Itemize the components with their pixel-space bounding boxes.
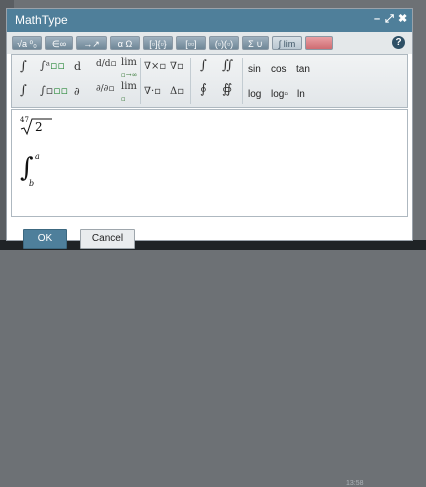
- integral-upper-lower-button[interactable]: ∫ᵃ▫▫: [40, 60, 65, 72]
- sin-button[interactable]: sin: [248, 64, 261, 75]
- integral-upper-limit: a: [35, 152, 40, 161]
- nth-root-expression: 47 2: [20, 116, 60, 136]
- partial-button[interactable]: ∂: [74, 86, 80, 98]
- separator: [242, 58, 243, 104]
- gradient-button[interactable]: ∇▫: [170, 61, 184, 73]
- tab-matrices[interactable]: [▫]{▫}: [143, 36, 173, 50]
- definite-integral-expression: ∫ a b: [20, 152, 56, 190]
- limit-button[interactable]: lim ▫: [121, 81, 137, 105]
- differential-button[interactable]: d: [74, 61, 81, 73]
- limit-infinity-button[interactable]: lim ▫→∞: [121, 57, 137, 81]
- separator: [190, 58, 191, 104]
- integral-lower-limit: b: [29, 179, 35, 188]
- contour-integral-button[interactable]: ∮: [200, 83, 207, 96]
- cos-button[interactable]: cos: [271, 64, 287, 75]
- derivative-fraction-button[interactable]: d/d▫: [96, 58, 117, 70]
- taskbar-clock: 13:58: [346, 480, 364, 487]
- surface-integral-button[interactable]: ∯: [222, 83, 232, 96]
- minimize-button[interactable]: –: [374, 12, 380, 26]
- tab-calculus[interactable]: ∫ lim: [272, 36, 302, 50]
- root-radicand: 2: [35, 120, 43, 134]
- mathtype-dialog: MathType – ⤢ ✖ √a ⁰₀ ∈∞ →↗ α Ω [▫]{▫} [▫…: [6, 8, 413, 249]
- window-title: MathType: [15, 13, 68, 27]
- close-button[interactable]: ✖: [398, 12, 407, 26]
- tab-greek[interactable]: α Ω: [110, 36, 140, 50]
- cancel-button[interactable]: Cancel: [80, 229, 135, 249]
- tab-symbols[interactable]: ∈∞: [45, 36, 73, 50]
- divergence-button[interactable]: ∇·▫: [144, 86, 161, 98]
- tab-scripts[interactable]: [▫▫]: [176, 36, 206, 50]
- tab-chemistry[interactable]: [305, 36, 333, 50]
- calculus-palette: ∫ ∫ᵃ▫▫ d d/d▫ lim ▫→∞ ∇×▫ ∇▫ ∫ ∬ sin cos …: [11, 54, 408, 108]
- single-integral-button[interactable]: ∫: [200, 59, 207, 72]
- partial-derivative-button[interactable]: ∂/∂▫: [96, 83, 114, 95]
- laplacian-button[interactable]: Δ▫: [170, 86, 184, 98]
- separator: [140, 58, 141, 104]
- title-bar[interactable]: MathType – ⤢ ✖: [7, 9, 412, 32]
- integral-with-box-button[interactable]: ∫▫▫▫: [40, 85, 68, 97]
- log-base-button[interactable]: log▫: [271, 89, 288, 100]
- tab-strip: √a ⁰₀ ∈∞ →↗ α Ω [▫]{▫} [▫▫] (▫)(▫) Σ ∪ ∫…: [7, 32, 412, 54]
- help-icon[interactable]: ?: [392, 36, 405, 49]
- double-integral-button[interactable]: ∬: [222, 59, 233, 72]
- formula-editor[interactable]: 47 2 ∫ a b: [11, 109, 408, 217]
- indefinite-integral-button[interactable]: ∫: [20, 84, 27, 97]
- tan-button[interactable]: tan: [296, 64, 310, 75]
- integral-sign-icon: ∫: [20, 153, 34, 183]
- log-button[interactable]: log: [248, 89, 261, 100]
- ln-button[interactable]: ln: [297, 89, 305, 100]
- curl-button[interactable]: ∇×▫: [144, 61, 166, 73]
- tab-brackets[interactable]: (▫)(▫): [209, 36, 239, 50]
- tab-big-operators[interactable]: Σ ∪: [242, 36, 269, 50]
- tab-arrows[interactable]: →↗: [76, 36, 107, 50]
- tab-general[interactable]: √a ⁰₀: [12, 36, 42, 50]
- ok-button[interactable]: OK: [23, 229, 67, 249]
- integral-bounded-button[interactable]: ∫: [20, 60, 27, 73]
- maximize-button[interactable]: ⤢: [385, 12, 394, 26]
